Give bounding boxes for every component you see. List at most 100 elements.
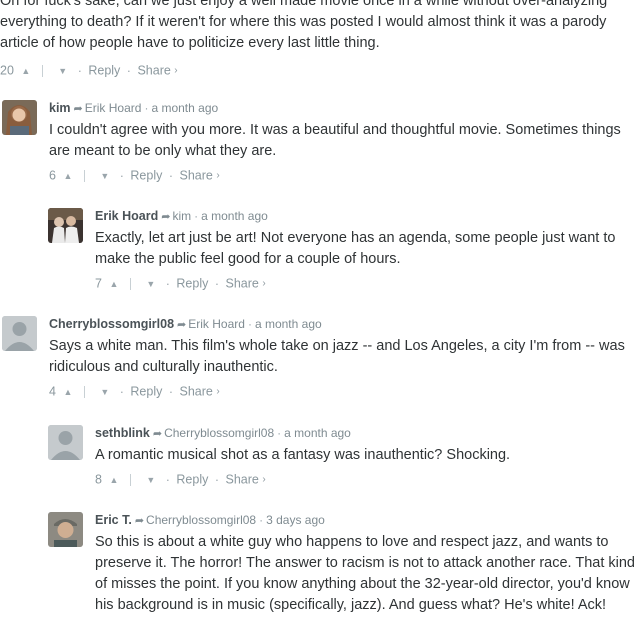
share-button[interactable]: Share › — [137, 63, 178, 79]
upvote-icon[interactable]: ▲ — [109, 475, 118, 485]
dot-separator: · — [214, 472, 220, 487]
timestamp[interactable]: a month ago — [151, 101, 218, 115]
share-button[interactable]: Share › — [225, 276, 266, 292]
share-label: Share — [225, 473, 259, 488]
downvote-icon[interactable]: ▼ — [146, 279, 155, 289]
upvote-icon[interactable]: ▲ — [109, 279, 118, 289]
comment-body: Erik Hoard ➦ kim · a month ago Exactly, let … — [95, 208, 638, 291]
author-name[interactable]: Eric T. — [95, 513, 132, 527]
upvote-count: 4 — [49, 384, 56, 399]
share-label: Share — [225, 277, 259, 292]
reply-to-name[interactable]: kim — [172, 209, 191, 223]
comment-actions: 7 ▲ ▼ · Reply · Share › — [95, 276, 638, 291]
divider — [83, 385, 85, 398]
share-label: Share — [179, 169, 213, 184]
reply-arrow-icon: ➦ — [152, 428, 163, 440]
share-button[interactable]: Share › — [179, 168, 220, 184]
author-name[interactable]: Cherryblossomgirl08 — [49, 317, 174, 331]
comment-actions: 8 ▲ ▼ · Reply · Share › — [95, 472, 638, 487]
share-label: Share — [179, 385, 213, 400]
timestamp[interactable]: a month ago — [201, 209, 268, 223]
upvote-count: 6 — [49, 168, 56, 183]
comment-actions: 20 ▲ ▼ · Reply · Share › — [0, 63, 178, 78]
reply-to-name[interactable]: Cherryblossomgirl08 — [146, 513, 256, 527]
comment-text: Exactly, let art just be art! Not everyo… — [95, 230, 616, 267]
share-button[interactable]: Share › — [179, 384, 220, 400]
comment-meta: Eric T. ➦ Cherryblossomgirl08 · 3 days ago — [95, 512, 638, 529]
dot-separator: · — [247, 317, 252, 331]
comment-meta: Erik Hoard ➦ kim · a month ago — [95, 208, 638, 225]
dot-separator: · — [119, 168, 124, 183]
dot-separator: · — [168, 384, 174, 399]
dot-separator: · — [119, 384, 124, 399]
reply-button[interactable]: Reply — [176, 473, 208, 487]
timestamp[interactable]: 3 days ago — [266, 513, 325, 527]
upvote-icon[interactable]: ▲ — [21, 66, 30, 76]
chevron-right-icon: › — [216, 386, 220, 398]
comment-body: Cherryblossomgirl08 ➦ Erik Hoard · a month a… — [49, 316, 638, 399]
comment-meta: sethblink ➦ Cherryblossomgirl08 · a month ag… — [95, 425, 638, 442]
comment-text: Says a white man. This film's whole take… — [49, 338, 625, 375]
reply-to-name[interactable]: Cherryblossomgirl08 — [164, 426, 274, 440]
upvote-icon[interactable]: ▲ — [63, 387, 72, 397]
timestamp[interactable]: a month ago — [255, 317, 322, 331]
dot-separator: · — [165, 276, 170, 291]
downvote-icon[interactable]: ▼ — [58, 66, 67, 76]
dot-separator: · — [126, 63, 131, 78]
chevron-right-icon: › — [262, 474, 266, 486]
dot-separator: · — [259, 513, 264, 527]
comment-body: sethblink ➦ Cherryblossomgirl08 · a month ag… — [95, 425, 638, 487]
comment-text: A romantic musical shot as a fantasy was… — [95, 447, 511, 463]
comment-text: I couldn't agree with you more. It was a… — [49, 122, 621, 159]
comment-text: Oh for fuck's sake, can we just enjoy a … — [0, 0, 608, 51]
divider — [83, 169, 85, 182]
reply-button[interactable]: Reply — [130, 169, 162, 183]
divider — [41, 64, 43, 77]
downvote-icon[interactable]: ▼ — [100, 171, 109, 181]
share-label: Share — [137, 64, 171, 79]
dot-separator: · — [277, 426, 282, 440]
avatar[interactable] — [2, 100, 37, 135]
reply-button[interactable]: Reply — [130, 385, 162, 399]
comment-meta: kim ➦ Erik Hoard · a month ago — [49, 100, 638, 117]
reply-to-name[interactable]: Erik Hoard — [188, 317, 245, 331]
reply-button[interactable]: Reply — [88, 64, 120, 78]
comment-body: Eric T. ➦ Cherryblossomgirl08 · 3 days ago S… — [95, 512, 638, 616]
comment-text: So this is about a white guy who happens… — [95, 534, 635, 613]
chevron-right-icon: › — [174, 65, 178, 77]
divider — [129, 277, 131, 290]
avatar[interactable] — [2, 316, 37, 351]
reply-arrow-icon: ➦ — [134, 515, 145, 527]
author-name[interactable]: Erik Hoard — [95, 209, 158, 223]
dot-separator: · — [168, 168, 174, 183]
comment-actions: 6 ▲ ▼ · Reply · Share › — [49, 168, 638, 183]
chevron-right-icon: › — [216, 170, 220, 182]
chevron-right-icon: › — [262, 278, 266, 290]
reply-arrow-icon: ➦ — [177, 319, 187, 331]
downvote-icon[interactable]: ▼ — [146, 475, 155, 485]
divider — [129, 473, 131, 486]
comment-body: kim ➦ Erik Hoard · a month ago I couldn't ag… — [49, 100, 638, 183]
upvote-icon[interactable]: ▲ — [63, 171, 72, 181]
reply-arrow-icon: ➦ — [161, 211, 171, 223]
reply-button[interactable]: Reply — [176, 277, 208, 291]
avatar[interactable] — [48, 512, 83, 547]
dot-separator: · — [194, 209, 199, 223]
downvote-icon[interactable]: ▼ — [100, 387, 109, 397]
comment-meta: Cherryblossomgirl08 ➦ Erik Hoard · a month a… — [49, 316, 638, 333]
share-button[interactable]: Share › — [225, 472, 266, 488]
upvote-count: 20 — [0, 63, 14, 78]
upvote-count: 7 — [95, 276, 102, 291]
dot-separator: · — [144, 101, 149, 115]
reply-arrow-icon: ➦ — [73, 103, 83, 115]
comment-actions: 4 ▲ ▼ · Reply · Share › — [49, 384, 638, 399]
dot-separator: · — [77, 63, 82, 78]
author-name[interactable]: kim — [49, 101, 71, 115]
reply-to-name[interactable]: Erik Hoard — [85, 101, 142, 115]
avatar[interactable] — [48, 208, 83, 243]
author-name[interactable]: sethblink — [95, 426, 150, 440]
timestamp[interactable]: a month ago — [284, 426, 351, 440]
dot-separator: · — [214, 276, 220, 291]
avatar[interactable] — [48, 425, 83, 460]
dot-separator: · — [165, 472, 170, 487]
